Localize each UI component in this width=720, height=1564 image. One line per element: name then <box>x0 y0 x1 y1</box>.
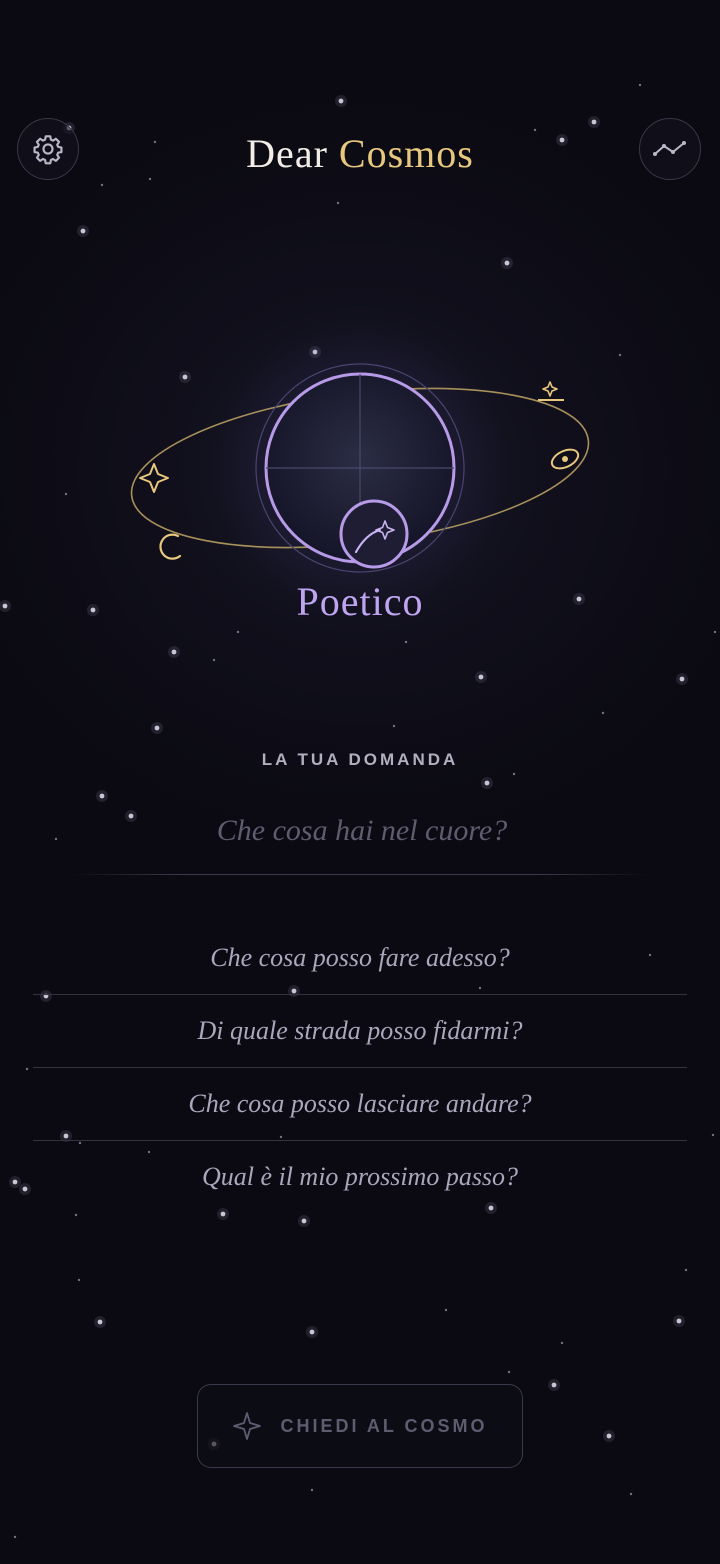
suggestion-item[interactable]: Di quale strada posso fidarmi? <box>33 995 687 1068</box>
line-chart-icon <box>653 141 686 156</box>
question-input[interactable] <box>70 800 654 862</box>
title-accent: Cosmos <box>338 131 474 176</box>
question-input-underline <box>70 874 650 875</box>
title-primary: Dear <box>246 131 328 176</box>
shooting-star-icon <box>339 499 409 569</box>
suggestion-item[interactable]: Che cosa posso lasciare andare? <box>33 1068 687 1141</box>
four-point-star-icon <box>139 463 169 493</box>
mode-label: Poetico <box>296 579 424 624</box>
app-title: Dear Cosmos <box>0 130 720 177</box>
app-screen: Dear Cosmos Poetico LA TUA DOMANDA Che c… <box>0 0 720 1564</box>
cosmos-emblem <box>130 320 590 610</box>
ask-cosmos-label: CHIEDI AL COSMO <box>280 1415 488 1436</box>
sparkle-icon <box>233 1412 262 1440</box>
suggestion-item[interactable]: Che cosa posso fare adesso? <box>33 922 687 995</box>
question-section-label: LA TUA DOMANDA <box>261 750 459 769</box>
ask-cosmos-button[interactable]: CHIEDI AL COSMO <box>197 1384 523 1468</box>
balance-sparkle-icon <box>538 381 564 401</box>
suggestion-list: Che cosa posso fare adesso? Di quale str… <box>33 922 687 1213</box>
suggestion-item[interactable]: Qual è il mio prossimo passo? <box>33 1141 687 1213</box>
crescent-moon-icon <box>159 533 182 560</box>
stats-button[interactable] <box>639 118 701 180</box>
starfield-background <box>0 83 717 1539</box>
